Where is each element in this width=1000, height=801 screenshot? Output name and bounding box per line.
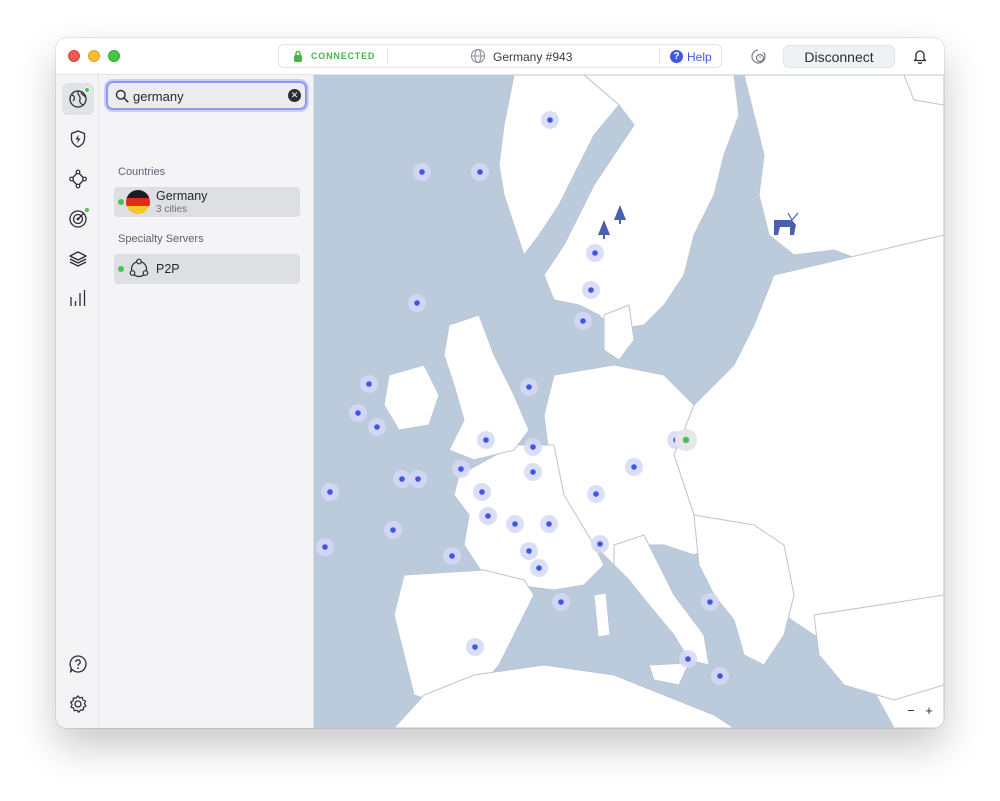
divider: [387, 48, 388, 64]
title-bar: CONNECTED Germany #943 ? Help Disconnect: [56, 38, 944, 75]
globe-icon: [470, 48, 486, 64]
bell-icon[interactable]: [913, 48, 927, 64]
server-pin[interactable]: [558, 599, 564, 605]
connected-server-pin[interactable]: [682, 436, 690, 444]
server-pin[interactable]: [717, 673, 723, 679]
pause-protection-icon[interactable]: [750, 48, 767, 65]
server-pin[interactable]: [707, 599, 713, 605]
server-pin[interactable]: [530, 444, 536, 450]
server-pin[interactable]: [415, 476, 421, 482]
server-pin[interactable]: [399, 476, 405, 482]
connected-server-name[interactable]: Germany #943: [493, 50, 572, 64]
server-pin[interactable]: [685, 656, 691, 662]
zoom-control: − +: [900, 702, 940, 722]
rail-item-help[interactable]: [62, 648, 94, 680]
server-pin[interactable]: [631, 464, 637, 470]
zoom-in-button[interactable]: +: [920, 703, 938, 718]
online-badge: [84, 87, 90, 93]
server-pin[interactable]: [414, 300, 420, 306]
settings-gear-icon: [70, 695, 87, 713]
rail-item-meshnet[interactable]: [62, 163, 94, 195]
server-pin[interactable]: [327, 489, 333, 495]
close-window-button[interactable]: [68, 50, 80, 62]
germany-flag-icon: [126, 190, 150, 214]
server-pin[interactable]: [547, 117, 553, 123]
search-icon: [115, 89, 129, 103]
help-icon[interactable]: ?: [670, 50, 683, 63]
lock-icon: [294, 50, 302, 62]
specialty-section-label: Specialty Servers: [118, 233, 204, 245]
server-pin[interactable]: [366, 381, 372, 387]
server-pin[interactable]: [322, 544, 328, 550]
online-badge: [84, 207, 90, 213]
rail-item-countries[interactable]: [62, 83, 94, 115]
server-pin[interactable]: [390, 527, 396, 533]
server-pin[interactable]: [472, 644, 478, 650]
server-pin[interactable]: [546, 521, 552, 527]
online-indicator: [118, 266, 124, 272]
search-input[interactable]: [133, 87, 283, 105]
server-pin[interactable]: [449, 553, 455, 559]
server-pin[interactable]: [597, 541, 603, 547]
meshnet-icon: [69, 169, 87, 189]
server-pin[interactable]: [374, 424, 380, 430]
land-sardinia: [593, 592, 611, 638]
specialty-name: P2P: [156, 262, 180, 276]
server-pin[interactable]: [477, 169, 483, 175]
rail-item-settings[interactable]: [62, 688, 94, 720]
p2p-icon: [129, 258, 149, 278]
server-pin[interactable]: [592, 250, 598, 256]
connection-status-text: CONNECTED: [311, 51, 376, 61]
server-pin[interactable]: [458, 466, 464, 472]
specialty-item-p2p[interactable]: P2P: [114, 254, 300, 284]
land-denmark: [603, 304, 635, 361]
server-pin[interactable]: [419, 169, 425, 175]
server-pin[interactable]: [530, 469, 536, 475]
server-pin[interactable]: [526, 548, 532, 554]
app-window: CONNECTED Germany #943 ? Help Disconnect: [56, 38, 944, 728]
countries-section-label: Countries: [118, 166, 166, 178]
search-panel: ✕ Countries Germany 3 cities Specialty S…: [99, 75, 314, 728]
server-pin[interactable]: [580, 318, 586, 324]
server-pin[interactable]: [593, 491, 599, 497]
minimize-window-button[interactable]: [88, 50, 100, 62]
rail-item-statistics[interactable]: [62, 282, 94, 314]
search-box[interactable]: ✕: [106, 81, 307, 110]
rail-item-specialty-servers[interactable]: [62, 243, 94, 275]
zoom-window-button[interactable]: [108, 50, 120, 62]
connection-status-bar: CONNECTED Germany #943 ? Help: [278, 44, 722, 68]
zoom-out-button[interactable]: −: [902, 703, 920, 718]
disconnect-button[interactable]: Disconnect: [783, 45, 895, 68]
country-name: Germany: [156, 189, 208, 203]
land-ireland: [383, 364, 440, 431]
divider: [659, 48, 660, 64]
server-map[interactable]: − +: [314, 75, 944, 728]
shield-bolt-icon: [70, 130, 86, 148]
rail-item-dark-web-monitor[interactable]: [62, 203, 94, 235]
navigation-rail: [56, 75, 99, 728]
country-result-germany[interactable]: Germany 3 cities: [114, 187, 300, 217]
server-pin[interactable]: [485, 513, 491, 519]
server-pin[interactable]: [588, 287, 594, 293]
server-pin[interactable]: [526, 384, 532, 390]
city-count: 3 cities: [156, 204, 188, 215]
stats-icon: [70, 290, 86, 306]
europe-map: [316, 75, 944, 728]
server-pin[interactable]: [536, 565, 542, 571]
server-pin[interactable]: [483, 437, 489, 443]
online-indicator: [118, 199, 124, 205]
server-pin[interactable]: [479, 489, 485, 495]
server-pin[interactable]: [512, 521, 518, 527]
help-circle-icon: [69, 655, 87, 673]
server-pin[interactable]: [355, 410, 361, 416]
clear-search-icon[interactable]: ✕: [288, 89, 301, 102]
rail-item-threat-protection[interactable]: [62, 123, 94, 155]
layers-icon: [69, 251, 87, 267]
land-finland: [743, 75, 944, 266]
help-link[interactable]: Help: [687, 50, 712, 64]
